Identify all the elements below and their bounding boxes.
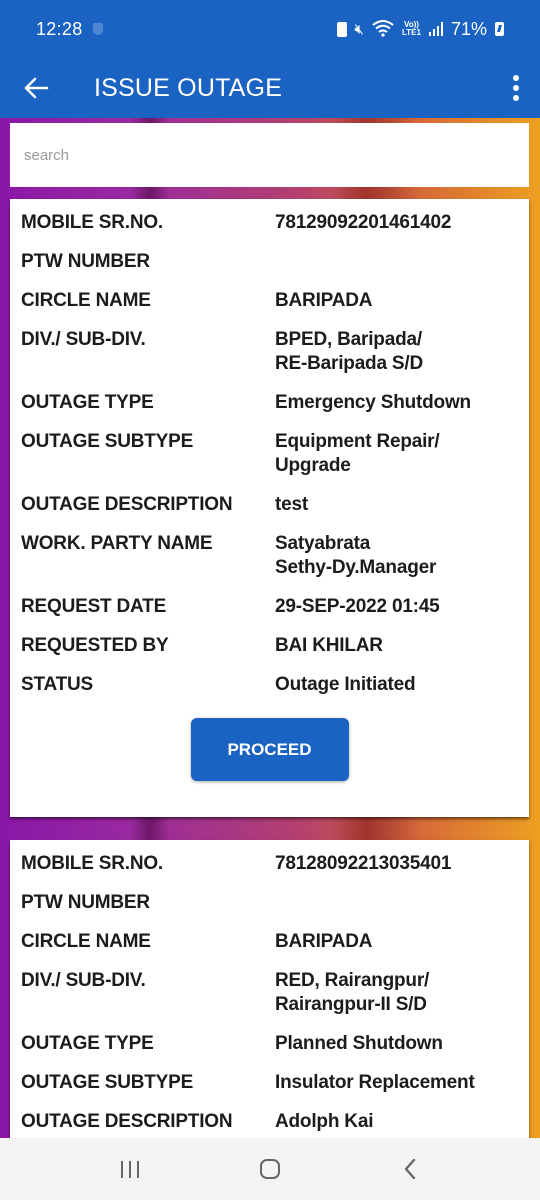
battery-percent: 71%: [450, 18, 487, 39]
recents-icon: [121, 1160, 139, 1178]
field-outage-subtype: OUTAGE SUBTYPE Insulator Replacement: [10, 1071, 529, 1095]
field-label: DIV./ SUB-DIV.: [21, 970, 146, 991]
field-ptw-number: PTW NUMBER: [10, 891, 529, 915]
shield-icon: [92, 23, 103, 35]
proceed-button[interactable]: PROCEED: [190, 718, 349, 781]
field-label: OUTAGE TYPE: [21, 392, 154, 413]
mute-icon: 🔇︎: [354, 20, 364, 38]
field-value: BARIPADA: [275, 931, 373, 952]
field-label: OUTAGE DESCRIPTION: [21, 1111, 233, 1132]
recents-button[interactable]: [100, 1144, 160, 1194]
back-icon: [404, 1158, 416, 1180]
field-value: BAI KHILAR: [275, 635, 383, 656]
search-input[interactable]: [10, 123, 529, 187]
field-circle-name: CIRCLE NAME BARIPADA: [10, 289, 529, 313]
field-label: WORK. PARTY NAME: [21, 533, 213, 554]
field-mobile-sr-no: MOBILE SR.NO. 78129092201461402: [10, 211, 529, 235]
field-value: 29-SEP-2022 01:45: [275, 596, 440, 617]
field-label: OUTAGE SUBTYPE: [21, 1072, 194, 1093]
outage-card: MOBILE SR.NO. 78128092213035401 PTW NUMB…: [10, 840, 529, 1138]
field-value: RED, Rairangpur/ Rairangpur-II S/D: [275, 970, 430, 1015]
field-value: BARIPADA: [275, 290, 373, 311]
field-outage-type: OUTAGE TYPE Emergency Shutdown: [10, 391, 529, 415]
field-value: 78129092201461402: [275, 212, 452, 233]
back-button[interactable]: [6, 58, 66, 118]
field-status: STATUS Outage Initiated: [10, 673, 529, 697]
battery-saver-icon: [336, 21, 347, 37]
system-nav-bar: [0, 1138, 540, 1200]
field-outage-subtype: OUTAGE SUBTYPE Equipment Repair/ Upgrade: [10, 430, 529, 478]
field-label: REQUESTED BY: [21, 635, 169, 656]
field-outage-description: OUTAGE DESCRIPTION test: [10, 493, 529, 517]
arrow-left-icon: [24, 77, 49, 99]
field-label: MOBILE SR.NO.: [21, 853, 164, 874]
field-request-date: REQUEST DATE 29-SEP-2022 01:45: [10, 595, 529, 619]
outage-list[interactable]: MOBILE SR.NO. 78129092201461402 PTW NUMB…: [0, 118, 540, 1138]
field-value: Insulator Replacement: [275, 1072, 475, 1093]
field-work-party-name: WORK. PARTY NAME Satyabrata Sethy-Dy.Man…: [10, 532, 529, 580]
status-bar: 12:28 🔇︎ Vo)) LTE1 71%: [0, 0, 540, 58]
field-mobile-sr-no: MOBILE SR.NO. 78128092213035401: [10, 852, 529, 876]
field-value: 78128092213035401: [275, 853, 452, 874]
battery-charging-icon: [495, 22, 504, 36]
field-label: PTW NUMBER: [21, 892, 150, 913]
field-div-sub-div: DIV./ SUB-DIV. RED, Rairangpur/ Rairangp…: [10, 969, 529, 1017]
field-div-sub-div: DIV./ SUB-DIV. BPED, Baripada/ RE-Baripa…: [10, 328, 529, 376]
status-value: Outage Initiated: [275, 674, 416, 695]
field-label: OUTAGE DESCRIPTION: [21, 494, 233, 515]
home-icon: [260, 1159, 280, 1179]
clock: 12:28: [36, 18, 83, 39]
app-bar: ISSUE OUTAGE: [0, 58, 540, 118]
overflow-menu-button[interactable]: [492, 58, 540, 118]
field-label: OUTAGE SUBTYPE: [21, 431, 194, 452]
outage-card: MOBILE SR.NO. 78129092201461402 PTW NUMB…: [10, 199, 529, 817]
field-value: Satyabrata Sethy-Dy.Manager: [275, 533, 437, 578]
field-value: test: [275, 494, 308, 515]
system-back-button[interactable]: [380, 1144, 440, 1194]
field-value: Emergency Shutdown: [275, 392, 471, 413]
more-vertical-icon: [513, 75, 519, 81]
more-vertical-dot: [513, 85, 519, 91]
field-value: Planned Shutdown: [275, 1033, 443, 1054]
field-requested-by: REQUESTED BY BAI KHILAR: [10, 634, 529, 658]
lte-icon: Vo)) LTE1: [402, 21, 421, 37]
field-label: PTW NUMBER: [21, 251, 150, 272]
field-ptw-number: PTW NUMBER: [10, 250, 529, 274]
signal-icon: [428, 22, 443, 36]
field-label: CIRCLE NAME: [21, 290, 151, 311]
page-title: ISSUE OUTAGE: [94, 73, 283, 102]
field-value: [275, 250, 515, 274]
field-value: Adolph Kai: [275, 1111, 374, 1132]
field-value: [275, 891, 515, 915]
field-value: Equipment Repair/ Upgrade: [275, 431, 440, 476]
wifi-icon: [372, 19, 394, 40]
home-button[interactable]: [240, 1144, 300, 1194]
field-circle-name: CIRCLE NAME BARIPADA: [10, 930, 529, 954]
field-label: REQUEST DATE: [21, 596, 167, 617]
field-label: DIV./ SUB-DIV.: [21, 329, 146, 350]
status-icons: 🔇︎ Vo)) LTE1 71%: [336, 18, 504, 40]
field-label: OUTAGE TYPE: [21, 1033, 154, 1054]
field-value: BPED, Baripada/ RE-Baripada S/D: [275, 329, 423, 374]
field-label: MOBILE SR.NO.: [21, 212, 164, 233]
field-outage-type: OUTAGE TYPE Planned Shutdown: [10, 1032, 529, 1056]
lte-bottom-label: LTE1: [402, 28, 421, 37]
more-vertical-dot: [513, 95, 519, 101]
field-outage-description: OUTAGE DESCRIPTION Adolph Kai: [10, 1110, 529, 1134]
field-label: STATUS: [21, 674, 93, 695]
field-label: CIRCLE NAME: [21, 931, 151, 952]
